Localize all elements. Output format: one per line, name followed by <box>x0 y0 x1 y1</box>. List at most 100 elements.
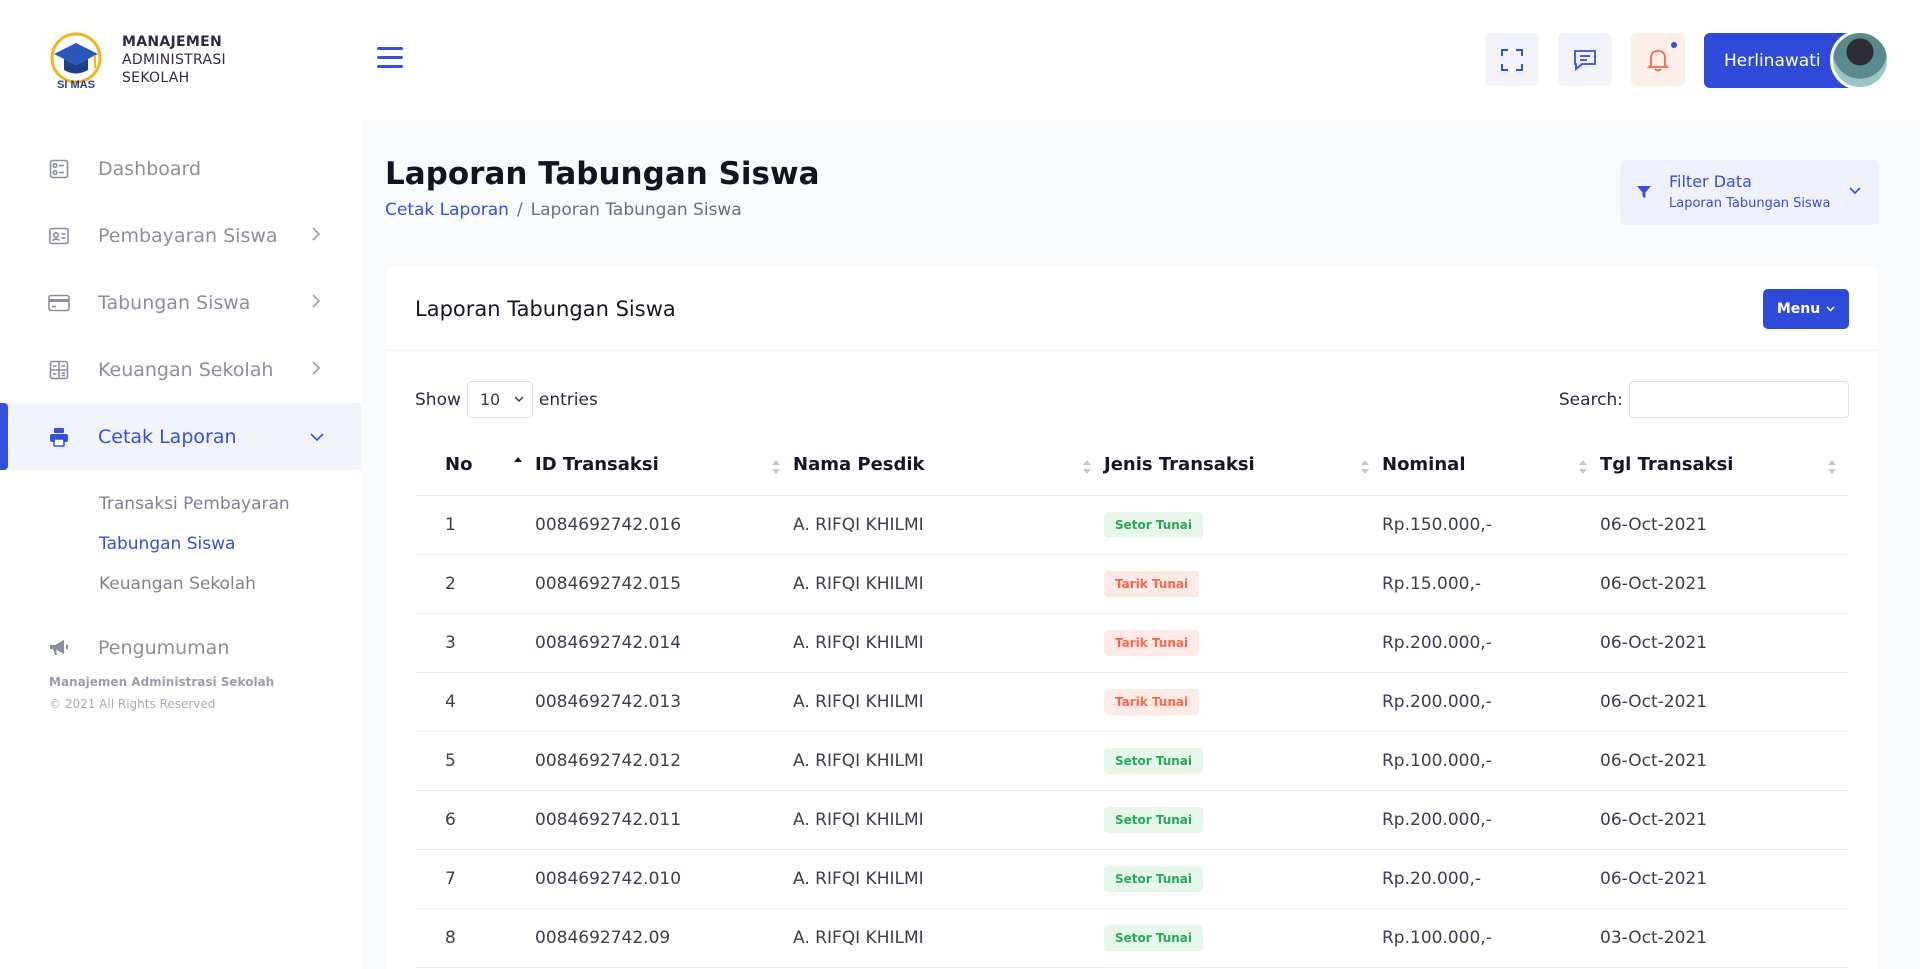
sort-icon <box>772 460 780 474</box>
chat-icon <box>1574 49 1596 71</box>
cell-no: 3 <box>415 613 535 673</box>
menu-button[interactable]: Menu <box>1763 289 1849 329</box>
calculator-icon <box>48 359 70 381</box>
chevron-down-icon <box>310 433 324 442</box>
sidebar-item-tabungan-siswa[interactable]: Tabungan Siswa <box>0 269 361 336</box>
avatar[interactable] <box>1830 30 1890 90</box>
cell-no: 8 <box>415 908 535 968</box>
entries-select[interactable]: 10 <box>466 381 533 418</box>
table-row: 7 0084692742.010 A. RIFQI KHILMI Setor Tuna… <box>415 849 1849 909</box>
brand-line-2: ADMINISTRASI <box>122 52 226 68</box>
sidebar-item-label: Pengumuman <box>98 636 230 659</box>
menu-button-label: Menu <box>1776 301 1821 317</box>
sidebar-item-dashboard[interactable]: Dashboard <box>0 135 361 202</box>
transaction-type-badge: Setor Tunai <box>1104 924 1204 951</box>
cell-no: 7 <box>415 849 535 909</box>
breadcrumb-separator: / <box>516 200 523 220</box>
search-label: Search: <box>1558 389 1623 410</box>
column-header-id-transaksi[interactable]: ID Transaksi <box>535 435 793 496</box>
cell-nominal: Rp.15.000,- <box>1382 554 1600 614</box>
graduation-cap-icon: SI MAS <box>50 32 102 91</box>
brand-line-1: MANAJEMEN <box>122 34 223 50</box>
cell-id-transaksi: 0084692742.010 <box>535 849 793 909</box>
cell-jenis-transaksi: Tarik Tunai <box>1104 554 1382 614</box>
cell-nominal: Rp.100.000,- <box>1382 908 1600 968</box>
cell-id-transaksi: 0084692742.016 <box>535 495 793 555</box>
footer-copyright: © 2021 All Rights Reserved <box>49 697 216 711</box>
logo: SI MAS <box>46 30 106 91</box>
cell-nama-pesdik: A. RIFQI KHILMI <box>793 672 1104 732</box>
sidebar-item-label: Keuangan Sekolah <box>98 358 274 381</box>
cell-nominal: Rp.20.000,- <box>1382 849 1600 909</box>
cell-no: 4 <box>415 672 535 732</box>
table-row: 6 0084692742.011 A. RIFQI KHILMI Setor Tuna… <box>415 790 1849 850</box>
fullscreen-button[interactable] <box>1485 33 1539 86</box>
cell-nominal: Rp.100.000,- <box>1382 731 1600 791</box>
filter-title: Filter Data <box>1669 172 1752 191</box>
column-header-nama-pesdik[interactable]: Nama Pesdik <box>793 435 1104 496</box>
cell-tgl-transaksi: 06-Oct-2021 <box>1600 613 1849 673</box>
cell-jenis-transaksi: Tarik Tunai <box>1104 613 1382 673</box>
table-row: 8 0084692742.09 A. RIFQI KHILMI Setor Tunai… <box>415 908 1849 968</box>
chevron-right-icon <box>312 227 321 241</box>
table-row: 4 0084692742.013 A. RIFQI KHILMI Tarik Tuna… <box>415 672 1849 732</box>
card-title: Laporan Tabungan Siswa <box>415 297 676 321</box>
printer-icon <box>48 426 70 448</box>
cell-no: 1 <box>415 495 535 555</box>
transaction-type-badge: Tarik Tunai <box>1104 570 1200 597</box>
sidebar-item-label: Dashboard <box>98 157 202 180</box>
sidebar-item-pembayaran-siswa[interactable]: Pembayaran Siswa <box>0 202 361 269</box>
sidebar-item-cetak-laporan[interactable]: Cetak Laporan <box>0 403 361 470</box>
card-header: Laporan Tabungan Siswa Menu <box>385 265 1879 351</box>
column-header-nominal[interactable]: Nominal <box>1382 435 1600 496</box>
search-input[interactable] <box>1629 381 1849 418</box>
cell-id-transaksi: 0084692742.011 <box>535 790 793 850</box>
transaction-type-badge: Setor Tunai <box>1104 511 1204 538</box>
chevron-right-icon <box>312 361 321 375</box>
cell-tgl-transaksi: 06-Oct-2021 <box>1600 790 1849 850</box>
filter-data-dropdown[interactable]: Filter Data Laporan Tabungan Siswa <box>1620 160 1879 225</box>
sort-ascending-icon <box>514 457 522 462</box>
cell-id-transaksi: 0084692742.015 <box>535 554 793 614</box>
report-card: Laporan Tabungan Siswa Menu Show 10 entr… <box>385 265 1879 969</box>
hamburger-menu-icon[interactable] <box>377 47 403 69</box>
credit-card-icon <box>48 292 70 314</box>
column-header-jenis-transaksi[interactable]: Jenis Transaksi <box>1104 435 1382 496</box>
cell-nominal: Rp.200.000,- <box>1382 790 1600 850</box>
chevron-down-icon <box>1849 187 1861 195</box>
table-header-row: No ID Transaksi Nama Pesdik Jenis Transa… <box>415 435 1849 496</box>
submenu-item-tabungan-siswa[interactable]: Tabungan Siswa <box>0 524 361 564</box>
transaction-type-badge: Setor Tunai <box>1104 865 1204 892</box>
cell-nominal: Rp.200.000,- <box>1382 613 1600 673</box>
brand[interactable]: SI MAS MANAJEMEN ADMINISTRASI SEKOLAH <box>46 30 226 91</box>
submenu-item-transaksi-pembayaran[interactable]: Transaksi Pembayaran <box>0 484 361 524</box>
breadcrumb: Cetak Laporan / Laporan Tabungan Siswa <box>385 200 742 220</box>
sidebar-item-keuangan-sekolah[interactable]: Keuangan Sekolah <box>0 336 361 403</box>
cell-nominal: Rp.150.000,- <box>1382 495 1600 555</box>
table-row: 2 0084692742.015 A. RIFQI KHILMI Tarik Tuna… <box>415 554 1849 614</box>
topbar: Herlinawati <box>361 0 1920 120</box>
column-header-no[interactable]: No <box>415 435 535 496</box>
bell-icon <box>1647 49 1669 71</box>
cell-tgl-transaksi: 06-Oct-2021 <box>1600 495 1849 555</box>
transaction-type-badge: Tarik Tunai <box>1104 629 1200 656</box>
cell-tgl-transaksi: 03-Oct-2021 <box>1600 908 1849 968</box>
sidebar: SI MAS MANAJEMEN ADMINISTRASI SEKOLAH Da… <box>0 0 361 969</box>
column-header-tgl-transaksi[interactable]: Tgl Transaksi <box>1600 435 1849 496</box>
messages-button[interactable] <box>1558 33 1612 86</box>
cell-nama-pesdik: A. RIFQI KHILMI <box>793 731 1104 791</box>
cell-no: 2 <box>415 554 535 614</box>
logo-text: SI MAS <box>57 79 95 90</box>
cell-jenis-transaksi: Setor Tunai <box>1104 908 1382 968</box>
sidebar-item-pengumuman[interactable]: Pengumuman <box>0 614 361 681</box>
table-search: Search: <box>1559 381 1849 418</box>
submenu-item-keuangan-sekolah[interactable]: Keuangan Sekolah <box>0 564 361 604</box>
dashboard-icon <box>48 158 70 180</box>
sidebar-item-label: Cetak Laporan <box>98 425 237 448</box>
cell-nama-pesdik: A. RIFQI KHILMI <box>793 554 1104 614</box>
breadcrumb-link-cetak-laporan[interactable]: Cetak Laporan <box>385 200 509 220</box>
submenu-cetak-laporan: Transaksi Pembayaran Tabungan Siswa Keua… <box>0 470 361 614</box>
cell-nominal: Rp.200.000,- <box>1382 672 1600 732</box>
notifications-button[interactable] <box>1631 33 1685 86</box>
cell-nama-pesdik: A. RIFQI KHILMI <box>793 908 1104 968</box>
